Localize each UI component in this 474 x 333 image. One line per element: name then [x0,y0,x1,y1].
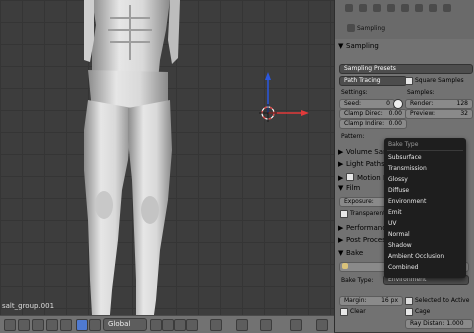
manipulator-toggle-icon[interactable] [76,319,88,331]
layer-button[interactable] [162,319,174,331]
ray-distance-field[interactable]: Ray Distan: 1.000 [405,319,473,329]
menu-item-normal[interactable]: Normal [385,230,465,240]
translate-icon[interactable] [89,319,101,331]
menu-item-combined[interactable]: Combined [385,263,465,273]
expand-triangle-icon: ▼ [338,249,344,257]
collapse-triangle-icon: ▶ [338,174,344,182]
particles-tab-icon[interactable] [443,4,451,12]
menu-item-ambient-occlusion[interactable]: Ambient Occlusion [385,252,465,262]
bake-type-menu-title: Bake Type [388,141,419,148]
transparent-label: Transparent [350,210,386,217]
shading-icon[interactable] [46,319,58,331]
preview-samples-field[interactable]: Preview: 32 [405,109,473,119]
cage-label: Cage [415,308,431,315]
transparent-checkbox[interactable] [340,210,348,218]
collapse-triangle-icon: ▶ [338,148,344,156]
animated-seed-clock-icon[interactable] [393,99,403,109]
select-menu-icon[interactable] [18,319,30,331]
collapse-triangle-icon: ▶ [338,160,344,168]
selected-to-active-label: Selected to Active [415,297,470,304]
object-tab-icon[interactable] [387,4,395,12]
menu-item-glossy[interactable]: Glossy [385,175,465,185]
object-mode-icon[interactable] [32,319,44,331]
clamp-indirect-field[interactable]: Clamp Indire: 0.00 [339,119,407,129]
menu-item-transmission[interactable]: Transmission [385,164,465,174]
layer-button[interactable] [186,319,198,331]
bake-type-label: Bake Type: [341,277,374,284]
3d-viewport[interactable]: salt_group.001 [0,0,334,315]
settings-label: Settings: [341,89,368,96]
active-object-name: salt_group.001 [2,302,55,310]
layer-button[interactable] [150,319,162,331]
scene-tab-icon[interactable] [359,4,367,12]
menu-item-subsurface[interactable]: Subsurface [385,153,465,163]
square-samples-label: Square Samples [415,77,464,84]
context-label: Sampling [357,25,386,32]
render-preview-icon[interactable] [290,319,302,331]
motion-blur-checkbox[interactable] [346,173,354,181]
bake-icon [342,263,348,269]
viewport-header: Global [0,315,334,333]
margin-field[interactable]: Margin: 16 px [339,296,403,306]
render-samples-field[interactable]: Render: 128 [405,99,473,109]
layer-button[interactable] [174,319,186,331]
modifiers-tab-icon[interactable] [401,4,409,12]
menu-item-diffuse[interactable]: Diffuse [385,186,465,196]
world-tab-icon[interactable] [373,4,381,12]
expand-triangle-icon: ▼ [338,184,344,192]
opengl-render-icon[interactable] [316,319,328,331]
collapse-triangle-icon: ▶ [338,236,344,244]
clear-label: Clear [350,308,366,315]
menu-item-emit[interactable]: Emit [385,208,465,218]
pattern-label: Pattern: [341,133,365,140]
menu-item-environment[interactable]: Environment [385,197,465,207]
menu-separator [387,150,463,151]
seed-field[interactable]: Seed: 0 [339,99,395,109]
snap-icon[interactable] [236,319,248,331]
transform-gizmo[interactable] [0,0,334,315]
sampling-header[interactable]: ▼ Sampling [338,42,472,52]
properties-tabs: Sampling [335,0,474,39]
integrator-select[interactable]: Path Tracing [339,76,407,86]
pin-icon[interactable] [347,24,355,32]
texture-tab-icon[interactable] [429,4,437,12]
view-menu-icon[interactable] [4,319,16,331]
menu-item-uv[interactable]: UV [385,219,465,229]
cage-checkbox[interactable] [405,308,413,316]
proportional-edit-icon[interactable] [260,319,272,331]
layer-button[interactable] [210,319,222,331]
clear-checkbox[interactable] [340,308,348,316]
samples-label: Samples: [407,89,435,96]
sampling-presets-select[interactable]: Sampling Presets [339,64,473,74]
z-axis-arrow-head[interactable] [265,72,271,80]
menu-item-shadow[interactable]: Shadow [385,241,465,251]
render-tab-icon[interactable] [345,4,353,12]
x-axis-arrow-head[interactable] [301,110,309,116]
collapse-triangle-icon: ▶ [338,224,344,232]
transform-orientation-select[interactable]: Global [103,318,147,331]
expand-triangle-icon: ▼ [338,42,344,50]
selected-to-active-checkbox[interactable] [405,297,413,305]
material-tab-icon[interactable] [415,4,423,12]
square-samples-checkbox[interactable] [405,77,413,85]
clamp-direct-field[interactable]: Clamp Direc: 0.00 [339,109,407,119]
bake-type-menu: Bake Type Subsurface Transmission Glossy… [384,138,466,278]
pivot-icon[interactable] [60,319,72,331]
